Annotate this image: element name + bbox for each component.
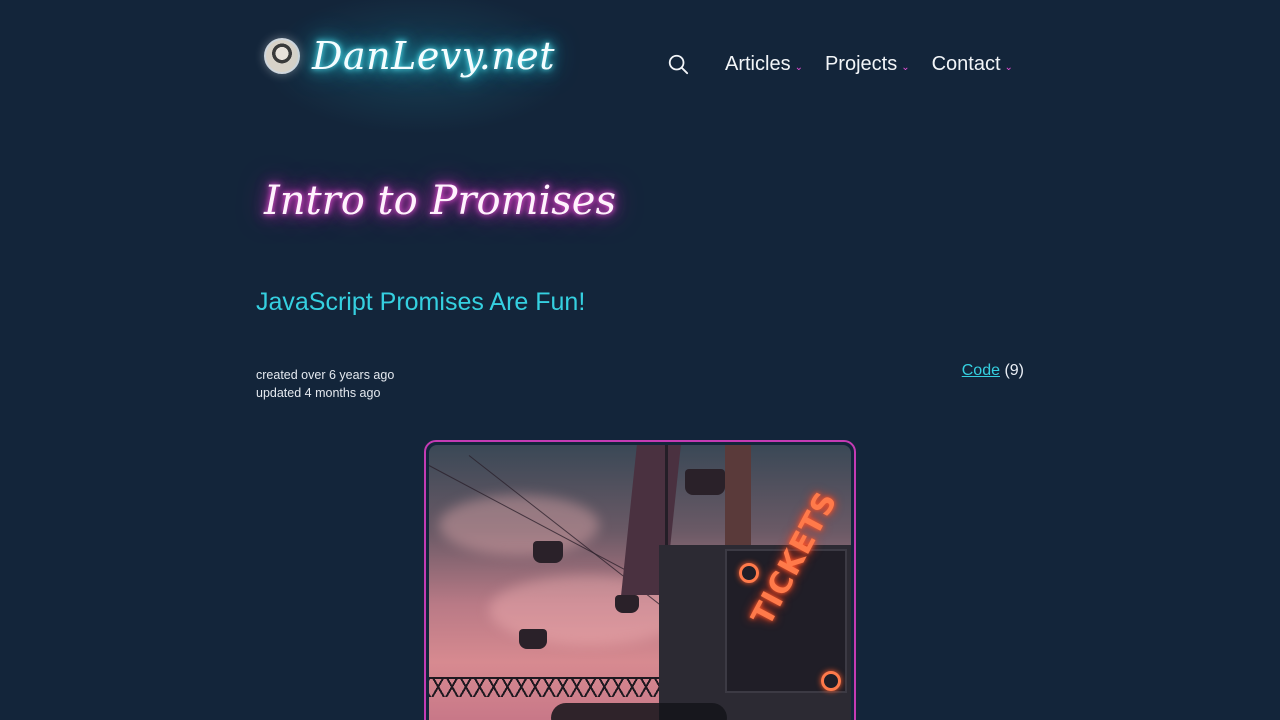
chevron-down-icon: ⌄ (901, 61, 910, 73)
hero-image-frame: TICKETS (424, 440, 856, 720)
neon-hook (739, 563, 759, 583)
gondola (685, 469, 725, 495)
search-icon (668, 54, 689, 75)
hero-image: TICKETS (429, 445, 851, 720)
chevron-down-icon: ⌄ (794, 61, 803, 73)
banner (725, 445, 751, 555)
image-toolbar[interactable] (551, 703, 727, 720)
main-nav: Articles ⌄ Projects ⌄ Contact ⌄ (667, 50, 1035, 78)
gondola (615, 595, 639, 613)
nav-articles-label: Articles (725, 52, 791, 75)
cloud (439, 495, 599, 555)
nav-contact-label: Contact (931, 52, 1001, 75)
page: DanLevy.net Articles ⌄ Projects ⌄ Contac… (0, 0, 1280, 720)
post-tags: Code (9) (962, 362, 1024, 380)
chevron-down-icon: ⌄ (1004, 61, 1013, 73)
tag-count: (9) (1004, 362, 1024, 379)
created-date: created over 6 years ago (256, 368, 395, 382)
nav-projects[interactable]: Projects ⌄ (825, 53, 910, 76)
search-button[interactable] (667, 53, 689, 75)
nav-articles[interactable]: Articles ⌄ (725, 53, 803, 76)
tag-code-link[interactable]: Code (962, 362, 1000, 379)
post-title: Intro to Promises (264, 178, 616, 224)
nav-projects-label: Projects (824, 52, 898, 75)
post-subtitle: JavaScript Promises Are Fun! (256, 288, 586, 316)
gondola (533, 541, 563, 563)
bridge-truss (429, 677, 669, 697)
post-dates: created over 6 years ago updated 4 month… (256, 366, 394, 402)
neon-hook (821, 671, 841, 691)
nav-contact[interactable]: Contact ⌄ (932, 53, 1013, 76)
updated-date: updated 4 months ago (256, 386, 381, 400)
site-name[interactable]: DanLevy.net (312, 34, 555, 78)
site-logo[interactable]: DanLevy.net (264, 34, 555, 78)
avatar[interactable] (264, 38, 300, 74)
gondola (519, 629, 547, 649)
